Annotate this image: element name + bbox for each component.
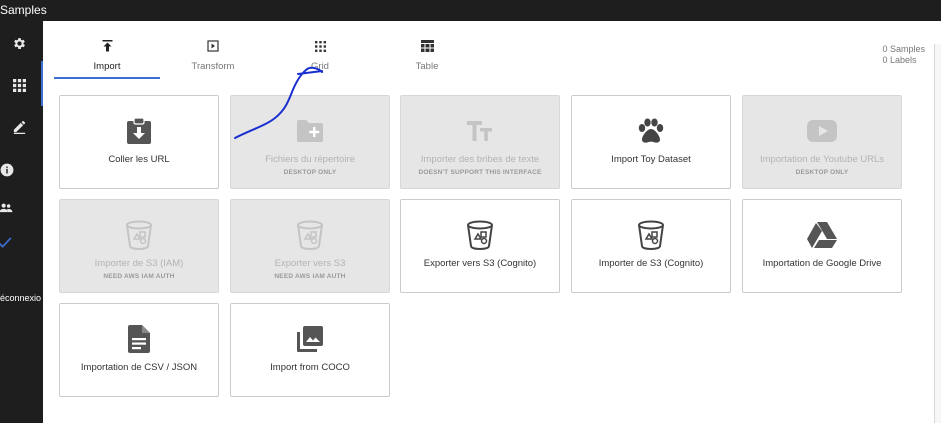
card-title: Import Toy Dataset: [611, 154, 691, 165]
card-google-drive[interactable]: Importation de Google Drive: [742, 199, 902, 293]
card-subtitle: DESKTOP ONLY: [283, 169, 337, 176]
check-icon[interactable]: [0, 233, 14, 251]
clipboard-download-icon: [122, 116, 156, 146]
sidebar: éconnexio: [0, 21, 43, 423]
right-scroll-panel[interactable]: [934, 44, 941, 423]
card-text-snippets[interactable]: Importer des bribes de texte DOESN'T SUP…: [400, 95, 560, 189]
top-bar: Samples: [0, 0, 941, 21]
card-coco[interactable]: Import from COCO: [230, 303, 390, 397]
file-document-icon: [122, 324, 156, 354]
card-export-s3[interactable]: Exporter vers S3 NEED AWS IAM AUTH: [230, 199, 390, 293]
info-icon[interactable]: [0, 161, 16, 179]
gear-icon[interactable]: [10, 34, 28, 52]
app-title: Samples: [0, 3, 47, 17]
card-title: Exporter vers S3: [274, 258, 346, 269]
sidebar-logout-label[interactable]: éconnexio: [0, 293, 41, 303]
card-title: Importation de Google Drive: [762, 258, 882, 269]
tab-table-label: Table: [415, 61, 439, 72]
tab-table[interactable]: Table: [374, 30, 480, 78]
card-subtitle: DOESN'T SUPPORT THIS INTERFACE: [418, 169, 542, 176]
card-title: Exporter vers S3 (Cognito): [423, 258, 537, 269]
apps-icon[interactable]: [10, 76, 28, 94]
s3-bucket-icon: [293, 220, 327, 250]
play-box-icon: [206, 39, 220, 53]
samples-count: 0 Samples: [882, 44, 925, 54]
text-size-icon: [463, 116, 497, 146]
upload-icon: [100, 39, 114, 53]
youtube-icon: [805, 116, 839, 146]
s3-bucket-icon: [463, 220, 497, 250]
paw-icon: [634, 116, 668, 146]
card-import-s3-cognito[interactable]: Importer de S3 (Cognito): [571, 199, 731, 293]
google-drive-icon: [805, 220, 839, 250]
card-export-s3-cognito[interactable]: Exporter vers S3 (Cognito): [400, 199, 560, 293]
labels-count: 0 Labels: [882, 55, 917, 65]
tab-transform-label: Transform: [191, 61, 235, 72]
table-icon: [420, 39, 434, 53]
card-title: Importation de Youtube URLs: [759, 154, 885, 165]
card-subtitle: NEED AWS IAM AUTH: [274, 273, 346, 280]
sidebar-active-indicator: [41, 61, 43, 106]
s3-bucket-icon: [634, 220, 668, 250]
card-youtube-urls[interactable]: Importation de Youtube URLs DESKTOP ONLY: [742, 95, 902, 189]
card-paste-urls[interactable]: Coller les URL: [59, 95, 219, 189]
card-title: Importer des bribes de texte: [420, 154, 540, 165]
card-title: Importer de S3 (IAM): [94, 258, 184, 269]
card-csv-json[interactable]: Importation de CSV / JSON: [59, 303, 219, 397]
s3-bucket-icon: [122, 220, 156, 250]
card-title: Importer de S3 (Cognito): [598, 258, 704, 269]
sample-counts: 0 Samples 0 Labels: [882, 44, 925, 66]
card-title: Fichiers du répertoire: [265, 154, 355, 165]
grid-dots-icon: [313, 39, 327, 53]
image-multiple-icon: [293, 324, 327, 354]
card-import-s3-iam[interactable]: Importer de S3 (IAM) NEED AWS IAM AUTH: [59, 199, 219, 293]
card-title: Import from COCO: [270, 362, 350, 373]
card-toy-dataset[interactable]: Import Toy Dataset: [571, 95, 731, 189]
tab-active-underline: [54, 77, 160, 79]
card-title: Importation de CSV / JSON: [80, 362, 198, 373]
pencil-icon[interactable]: [10, 117, 28, 135]
card-subtitle: DESKTOP ONLY: [795, 169, 849, 176]
card-title: Coller les URL: [108, 154, 170, 165]
people-icon[interactable]: [0, 199, 15, 217]
hand-drawn-annotation: [234, 66, 323, 139]
card-subtitle: NEED AWS IAM AUTH: [103, 273, 175, 280]
tab-import-label: Import: [93, 61, 121, 72]
tab-import[interactable]: Import: [54, 30, 160, 79]
